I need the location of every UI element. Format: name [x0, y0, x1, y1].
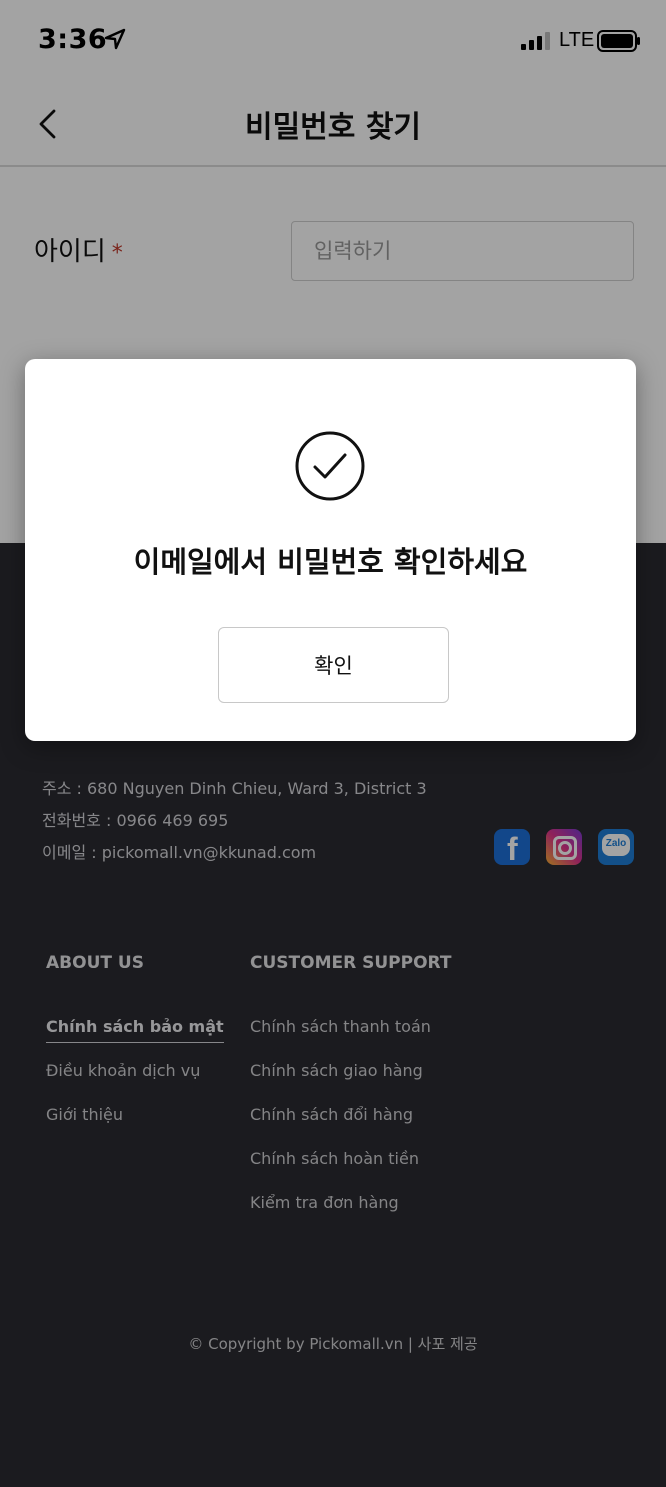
modal-backdrop[interactable] — [0, 0, 666, 1487]
dialog-message: 이메일에서 비밀번호 확인하세요 — [133, 545, 528, 579]
check-circle-icon — [295, 431, 365, 501]
find-password-page: 3:36 LTE 비밀번호 찾기 아이디* 주소 : 680 Nguye — [0, 0, 666, 1487]
confirmation-dialog: 이메일에서 비밀번호 확인하세요 확인 — [25, 359, 636, 741]
confirm-button[interactable]: 확인 — [218, 627, 449, 703]
